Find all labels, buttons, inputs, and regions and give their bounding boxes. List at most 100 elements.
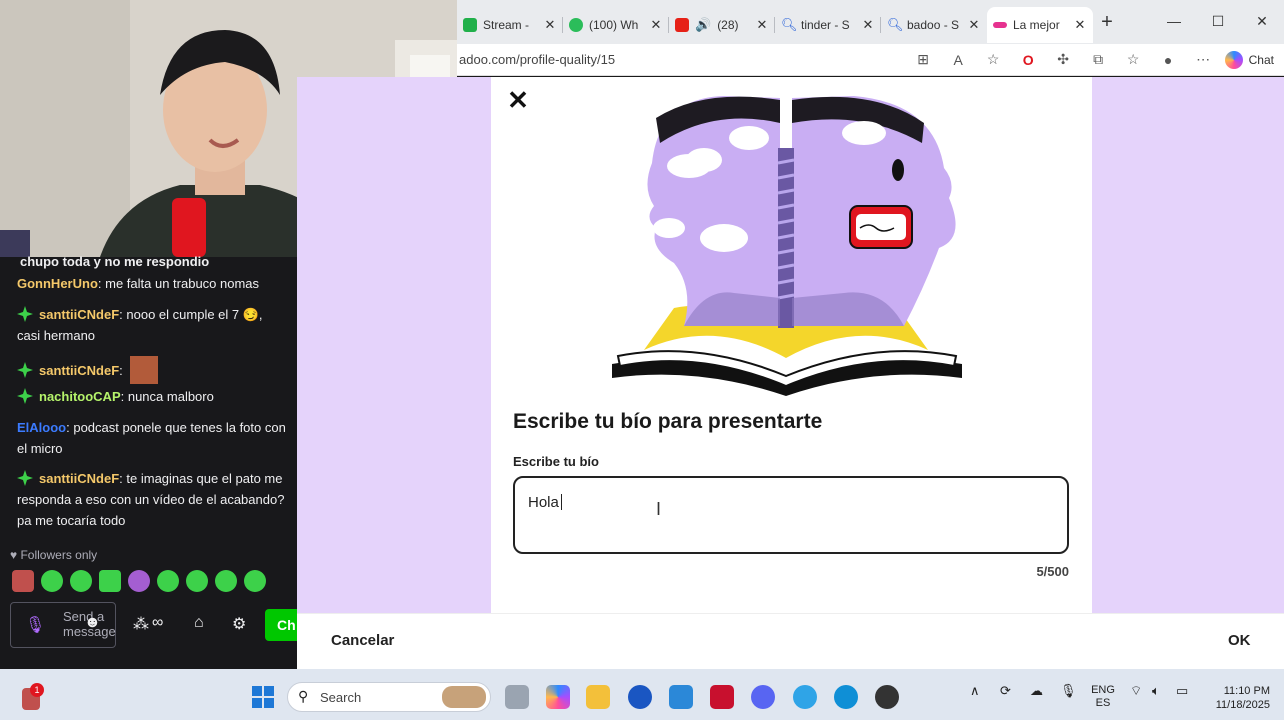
address-bar: adoo.com/profile-quality/15 ⊞ A ☆ O ✣ ⧉ … — [457, 44, 1284, 76]
close-modal-icon[interactable]: ✕ — [505, 86, 531, 114]
sparkle-badge-icon — [17, 362, 33, 378]
chat-text: : — [119, 363, 123, 378]
chat-username[interactable]: santtiiCNdeF — [39, 363, 119, 378]
read-aloud-icon[interactable]: A — [941, 52, 976, 68]
tab-close-icon[interactable]: ✕ — [967, 17, 981, 33]
language-indicator[interactable]: ENG ES — [1090, 684, 1116, 710]
bio-text-value: Hola — [528, 494, 559, 511]
emote-icon[interactable] — [157, 570, 179, 592]
url-field[interactable]: adoo.com/profile-quality/15 — [457, 52, 906, 67]
chat-message: santtiiCNdeF: nooo el cumple el 7 😏, cas… — [17, 304, 289, 346]
chat-message: ElAlooo: podcast ponele que tenes la fot… — [17, 417, 289, 459]
browser-tab[interactable]: (100) Wh ✕ — [563, 7, 669, 43]
minimize-icon[interactable]: — — [1152, 0, 1196, 44]
browser-tab[interactable]: Stream - ✕ — [457, 7, 563, 43]
bits-icon[interactable]: ⁂ — [133, 614, 149, 634]
tray-chevron-icon[interactable]: ∧ — [970, 684, 980, 697]
file-explorer-icon[interactable] — [586, 685, 610, 709]
speaker-icon[interactable]: 🔊 — [695, 17, 711, 33]
opera-extension-icon[interactable]: O — [1011, 52, 1046, 68]
microphone-tray-icon[interactable]: 🎙︎ — [1060, 684, 1077, 697]
emote-icon[interactable] — [186, 570, 208, 592]
new-tab-icon[interactable]: + — [1093, 11, 1121, 34]
browser-tab[interactable]: 🔍︎ tinder - S ✕ — [775, 7, 881, 43]
sidebar-split-icon[interactable]: ⧉ — [1081, 51, 1116, 68]
sync-icon[interactable]: ⟳ — [1000, 684, 1011, 697]
browser-tab[interactable]: 🔊 (28) ✕ — [669, 7, 775, 43]
hp-icon[interactable] — [628, 685, 652, 709]
copilot-chat-button[interactable]: Chat — [1224, 50, 1274, 69]
battery-icon[interactable]: ▭ — [1176, 684, 1188, 697]
microsoft-store-icon[interactable] — [669, 685, 693, 709]
tab-title: La mejor — [1013, 18, 1060, 32]
emote-icon[interactable] — [70, 570, 92, 592]
chat-send-button[interactable]: Ch — [265, 609, 297, 641]
app-icon[interactable] — [793, 685, 817, 709]
emote-icon[interactable] — [215, 570, 237, 592]
clock-date: 11/18/2025 — [1215, 699, 1270, 711]
toolbar-icons: ⊞ A ☆ O ✣ ⧉ ☆ ● ⋯ Chat — [906, 50, 1284, 69]
chat-username[interactable]: santtiiCNdeF — [39, 471, 119, 486]
chat-username[interactable]: ElAlooo — [17, 420, 66, 435]
modal-title: Escribe tu bío para presentarte — [513, 410, 823, 433]
maximize-icon[interactable]: ☐ — [1196, 0, 1240, 44]
tab-close-icon[interactable]: ✕ — [755, 17, 769, 33]
browser-tab-active[interactable]: La mejor ✕ — [987, 7, 1093, 43]
cloud-icon[interactable]: ☁ — [1030, 684, 1043, 697]
emote-icon[interactable] — [244, 570, 266, 592]
emote-smiley-icon[interactable]: ☻ — [84, 614, 101, 632]
emote-picker-row — [12, 570, 266, 592]
emote-icon[interactable] — [128, 570, 150, 592]
bio-textarea[interactable]: Hola — [513, 476, 1069, 554]
language-label: ENG — [1091, 684, 1115, 696]
bio-field-label: Escribe tu bío — [513, 454, 599, 469]
obs-icon[interactable] — [875, 685, 899, 709]
emote-icon[interactable] — [41, 570, 63, 592]
windows-start-icon[interactable] — [252, 686, 274, 708]
favorite-star-icon[interactable]: ☆ — [976, 51, 1011, 68]
chat-username[interactable]: santtiiCNdeF — [39, 307, 119, 322]
more-menu-icon[interactable]: ⋯ — [1186, 51, 1221, 68]
profile-icon[interactable]: ● — [1151, 52, 1186, 68]
tab-close-icon[interactable]: ✕ — [649, 17, 663, 33]
edge-icon[interactable] — [834, 685, 858, 709]
tab-close-icon[interactable]: ✕ — [1073, 17, 1087, 33]
browser-tab[interactable]: 🔍︎ badoo - S ✕ — [881, 7, 987, 43]
taskbar-search-box[interactable]: ⚲ Search — [287, 682, 491, 712]
badoo-favicon-icon — [993, 22, 1007, 28]
tab-close-icon[interactable]: ✕ — [861, 17, 875, 33]
text-caret — [560, 494, 562, 510]
settings-gear-icon[interactable]: ⚙ — [232, 614, 246, 634]
volume-icon[interactable]: 🔈︎ — [1152, 684, 1160, 697]
mcafee-icon[interactable] — [710, 685, 734, 709]
chat-text: : nunca malboro — [120, 389, 214, 404]
sparkle-badge-icon — [17, 388, 33, 404]
close-window-icon[interactable]: ✕ — [1240, 0, 1284, 44]
search-highlight-icon — [442, 686, 486, 708]
search-icon: ⚲ — [298, 688, 309, 704]
task-view-icon[interactable] — [505, 685, 529, 709]
tab-close-icon[interactable]: ✕ — [543, 17, 557, 33]
discord-icon[interactable] — [751, 685, 775, 709]
cancel-button[interactable]: Cancelar — [331, 632, 394, 649]
copilot-taskbar-icon[interactable] — [546, 685, 570, 709]
chat-text: chupo toda y no me respondio — [20, 254, 210, 269]
chat-username[interactable]: nachitooCAP — [39, 389, 121, 404]
search-icon: 🔍︎ — [887, 17, 904, 32]
chat-username[interactable]: GonnHerUno — [17, 276, 98, 291]
followers-only-notice: ♥ Followers only — [10, 548, 97, 562]
microphone-icon[interactable]: 🎙︎ — [25, 615, 45, 635]
window-controls: — ☐ ✕ — [1152, 0, 1284, 44]
app-available-icon[interactable]: ⊞ — [906, 51, 941, 68]
collections-icon[interactable]: ☆ — [1116, 51, 1151, 68]
tab-title: (100) Wh — [589, 18, 639, 32]
ok-button[interactable]: OK — [1228, 632, 1251, 649]
system-clock[interactable]: 11:10 PM 11/18/2025 — [1200, 684, 1270, 712]
emote-icon[interactable] — [99, 570, 121, 592]
infinity-icon[interactable]: ∞ — [152, 614, 163, 632]
emote-icon[interactable] — [12, 570, 34, 592]
extensions-icon[interactable]: ✣ — [1046, 51, 1081, 68]
store-icon[interactable]: ⌂ — [194, 614, 204, 632]
chat-message: GonnHerUno: me falta un trabuco nomas — [17, 273, 289, 294]
wifi-icon[interactable]: ⌔ — [1130, 684, 1142, 697]
